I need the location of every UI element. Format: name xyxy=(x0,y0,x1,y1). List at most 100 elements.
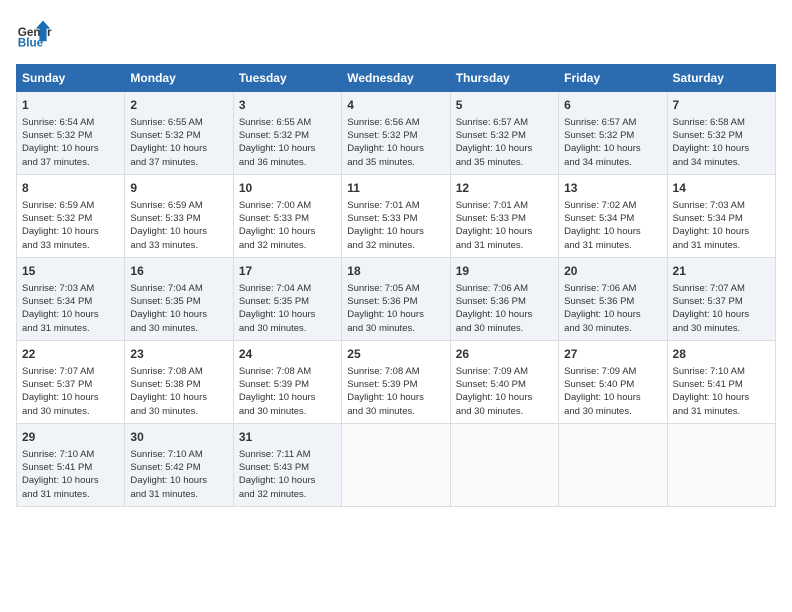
day-number: 8 xyxy=(22,180,119,197)
day-number: 17 xyxy=(239,263,336,280)
sunset-label: Sunset: 5:40 PM xyxy=(456,379,526,390)
daylight-minutes: and 30 minutes. xyxy=(347,323,415,334)
calendar-cell xyxy=(342,423,450,506)
daylight-label: Daylight: 10 hours xyxy=(347,309,424,320)
calendar-cell: 22Sunrise: 7:07 AMSunset: 5:37 PMDayligh… xyxy=(17,340,125,423)
daylight-minutes: and 32 minutes. xyxy=(239,240,307,251)
sunset-label: Sunset: 5:32 PM xyxy=(239,130,309,141)
calendar-cell: 31Sunrise: 7:11 AMSunset: 5:43 PMDayligh… xyxy=(233,423,341,506)
daylight-minutes: and 32 minutes. xyxy=(239,489,307,500)
calendar-cell: 6Sunrise: 6:57 AMSunset: 5:32 PMDaylight… xyxy=(559,92,667,175)
daylight-label: Daylight: 10 hours xyxy=(130,475,207,486)
sunset-label: Sunset: 5:40 PM xyxy=(564,379,634,390)
daylight-minutes: and 32 minutes. xyxy=(347,240,415,251)
day-number: 7 xyxy=(673,97,770,114)
daylight-label: Daylight: 10 hours xyxy=(347,226,424,237)
daylight-label: Daylight: 10 hours xyxy=(130,309,207,320)
daylight-minutes: and 30 minutes. xyxy=(564,406,632,417)
daylight-minutes: and 36 minutes. xyxy=(239,157,307,168)
calendar-cell: 15Sunrise: 7:03 AMSunset: 5:34 PMDayligh… xyxy=(17,257,125,340)
calendar-cell: 9Sunrise: 6:59 AMSunset: 5:33 PMDaylight… xyxy=(125,174,233,257)
logo: General Blue xyxy=(16,16,56,52)
daylight-minutes: and 30 minutes. xyxy=(564,323,632,334)
sunset-label: Sunset: 5:34 PM xyxy=(564,213,634,224)
calendar-cell xyxy=(450,423,558,506)
daylight-label: Daylight: 10 hours xyxy=(564,143,641,154)
sunset-label: Sunset: 5:41 PM xyxy=(673,379,743,390)
daylight-label: Daylight: 10 hours xyxy=(456,143,533,154)
daylight-minutes: and 30 minutes. xyxy=(130,323,198,334)
calendar-cell: 29Sunrise: 7:10 AMSunset: 5:41 PMDayligh… xyxy=(17,423,125,506)
sunset-label: Sunset: 5:33 PM xyxy=(456,213,526,224)
day-number: 28 xyxy=(673,346,770,363)
calendar-cell: 28 Sunrise: 7:10 AM Sunset: 5:41 PM Dayligh… xyxy=(667,340,775,423)
sunset-label: Sunset: 5:41 PM xyxy=(22,462,92,473)
calendar-cell: 20Sunrise: 7:06 AMSunset: 5:36 PMDayligh… xyxy=(559,257,667,340)
sunset-label: Sunset: 5:32 PM xyxy=(22,130,92,141)
sunset-label: Sunset: 5:34 PM xyxy=(22,296,92,307)
day-number: 29 xyxy=(22,429,119,446)
calendar-cell: 25Sunrise: 7:08 AMSunset: 5:39 PMDayligh… xyxy=(342,340,450,423)
sunrise-label: Sunrise: 7:01 AM xyxy=(347,200,419,211)
calendar-cell: 3Sunrise: 6:55 AMSunset: 5:32 PMDaylight… xyxy=(233,92,341,175)
col-header-sunday: Sunday xyxy=(17,65,125,92)
daylight-label: Daylight: 10 hours xyxy=(22,392,99,403)
sunrise-label: Sunrise: 7:07 AM xyxy=(22,366,94,377)
daylight-minutes: and 37 minutes. xyxy=(130,157,198,168)
col-header-wednesday: Wednesday xyxy=(342,65,450,92)
sunset-label: Sunset: 5:35 PM xyxy=(239,296,309,307)
day-number: 9 xyxy=(130,180,227,197)
sunrise-label: Sunrise: 7:06 AM xyxy=(564,283,636,294)
calendar-cell: 8Sunrise: 6:59 AMSunset: 5:32 PMDaylight… xyxy=(17,174,125,257)
calendar-cell: 13Sunrise: 7:02 AMSunset: 5:34 PMDayligh… xyxy=(559,174,667,257)
sunrise-label: Sunrise: 7:08 AM xyxy=(347,366,419,377)
daylight-minutes: and 31 minutes. xyxy=(673,240,741,251)
sunset-label: Sunset: 5:43 PM xyxy=(239,462,309,473)
day-number: 31 xyxy=(239,429,336,446)
col-header-friday: Friday xyxy=(559,65,667,92)
calendar-week-row: 29Sunrise: 7:10 AMSunset: 5:41 PMDayligh… xyxy=(17,423,776,506)
daylight-minutes: and 31 minutes. xyxy=(22,323,90,334)
sunrise-label: Sunrise: 6:56 AM xyxy=(347,117,419,128)
col-header-tuesday: Tuesday xyxy=(233,65,341,92)
sunrise-label: Sunrise: 6:57 AM xyxy=(456,117,528,128)
daylight-label: Daylight: 10 hours xyxy=(22,475,99,486)
day-number: 10 xyxy=(239,180,336,197)
calendar-cell: 16Sunrise: 7:04 AMSunset: 5:35 PMDayligh… xyxy=(125,257,233,340)
day-number: 23 xyxy=(130,346,227,363)
daylight-label: Daylight: 10 hours xyxy=(239,143,316,154)
daylight-label: Daylight: 10 hours xyxy=(564,309,641,320)
daylight-minutes: and 33 minutes. xyxy=(22,240,90,251)
daylight-minutes: and 34 minutes. xyxy=(564,157,632,168)
daylight-label: Daylight: 10 hours xyxy=(673,226,750,237)
day-number: 21 xyxy=(673,263,770,280)
calendar-cell: 27Sunrise: 7:09 AMSunset: 5:40 PMDayligh… xyxy=(559,340,667,423)
day-number: 26 xyxy=(456,346,553,363)
day-number: 14 xyxy=(673,180,770,197)
sunset-label: Sunset: 5:33 PM xyxy=(239,213,309,224)
daylight-label: Daylight: 10 hours xyxy=(347,143,424,154)
sunset-label: Sunset: 5:32 PM xyxy=(673,130,743,141)
daylight-minutes: and 31 minutes. xyxy=(456,240,524,251)
sunrise-label: Sunrise: 7:03 AM xyxy=(22,283,94,294)
sunrise-label: Sunrise: 7:06 AM xyxy=(456,283,528,294)
daylight-minutes: and 31 minutes. xyxy=(673,406,741,417)
logo-icon: General Blue xyxy=(16,16,52,52)
sunrise-label: Sunrise: 7:04 AM xyxy=(239,283,311,294)
sunset-label: Sunset: 5:32 PM xyxy=(347,130,417,141)
sunset-label: Sunset: 5:33 PM xyxy=(130,213,200,224)
calendar-cell: 5Sunrise: 6:57 AMSunset: 5:32 PMDaylight… xyxy=(450,92,558,175)
sunrise-label: Sunrise: 7:01 AM xyxy=(456,200,528,211)
calendar-cell: 30Sunrise: 7:10 AMSunset: 5:42 PMDayligh… xyxy=(125,423,233,506)
daylight-label: Daylight: 10 hours xyxy=(239,392,316,403)
daylight-label: Daylight: 10 hours xyxy=(130,226,207,237)
sunset-label: Sunset: 5:32 PM xyxy=(456,130,526,141)
daylight-label: Daylight: 10 hours xyxy=(673,392,750,403)
daylight-label: Daylight: 10 hours xyxy=(22,309,99,320)
sunrise-label: Sunrise: 7:03 AM xyxy=(673,200,745,211)
daylight-minutes: and 31 minutes. xyxy=(22,489,90,500)
col-header-thursday: Thursday xyxy=(450,65,558,92)
sunrise-label: Sunrise: 7:10 AM xyxy=(673,366,745,377)
sunset-label: Sunset: 5:36 PM xyxy=(347,296,417,307)
daylight-label: Daylight: 10 hours xyxy=(456,226,533,237)
